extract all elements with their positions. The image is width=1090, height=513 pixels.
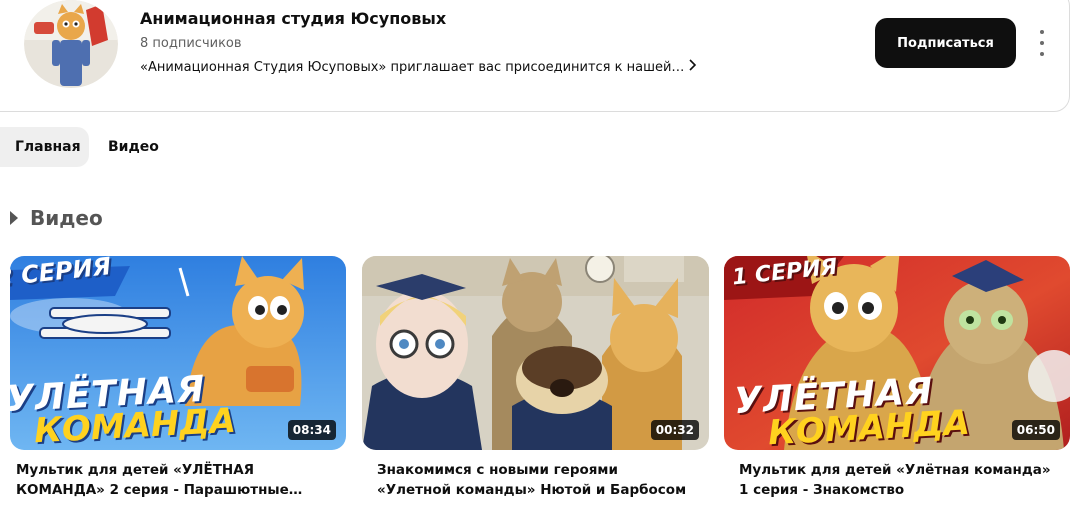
tab-home[interactable]: Главная — [0, 127, 89, 167]
channel-description-text: «Анимационная Студия Юсуповых» приглашае… — [140, 59, 685, 75]
video-thumbnail[interactable]: 2 СЕРИЯ УЛЁТНАЯ КОМАНДА 08:34 — [10, 256, 346, 450]
video-card[interactable]: 2 СЕРИЯ УЛЁТНАЯ КОМАНДА 08:34 Мультик дл… — [10, 256, 346, 500]
video-duration: 06:50 — [1011, 420, 1060, 440]
video-title[interactable]: Мультик для детей «Улётная команда» 1 се… — [724, 460, 1070, 500]
channel-description[interactable]: «Анимационная Студия Юсуповых» приглашае… — [140, 59, 697, 75]
channel-title: Анимационная студия Юсуповых — [140, 9, 447, 28]
video-card[interactable]: 00:32 Знакомимся с новыми героями «Улетн… — [362, 256, 709, 500]
more-options-icon[interactable] — [1032, 30, 1052, 56]
section-title-text: Видео — [30, 206, 103, 230]
subscriber-count: 8 подписчиков — [140, 36, 242, 51]
channel-avatar[interactable] — [24, 0, 118, 88]
section-title-videos: Видео — [10, 206, 103, 230]
video-duration: 08:34 — [287, 420, 336, 440]
video-card[interactable]: 1 СЕРИЯ УЛЁТНАЯ КОМАНДА 06:50 Мультик дл… — [724, 256, 1070, 500]
chevron-right-icon — [688, 59, 697, 75]
section-arrow-icon — [10, 211, 18, 225]
video-duration: 00:32 — [650, 420, 699, 440]
video-title[interactable]: Знакомимся с новыми героями «Улетной ком… — [362, 460, 709, 500]
video-thumbnail[interactable]: 1 СЕРИЯ УЛЁТНАЯ КОМАНДА 06:50 — [724, 256, 1070, 450]
video-thumbnail[interactable]: 00:32 — [362, 256, 709, 450]
subscribe-button[interactable]: Подписаться — [875, 18, 1016, 68]
video-title[interactable]: Мультик для детей «УЛЁТНАЯ КОМАНДА» 2 се… — [10, 460, 346, 500]
tab-videos[interactable]: Видео — [108, 127, 159, 167]
